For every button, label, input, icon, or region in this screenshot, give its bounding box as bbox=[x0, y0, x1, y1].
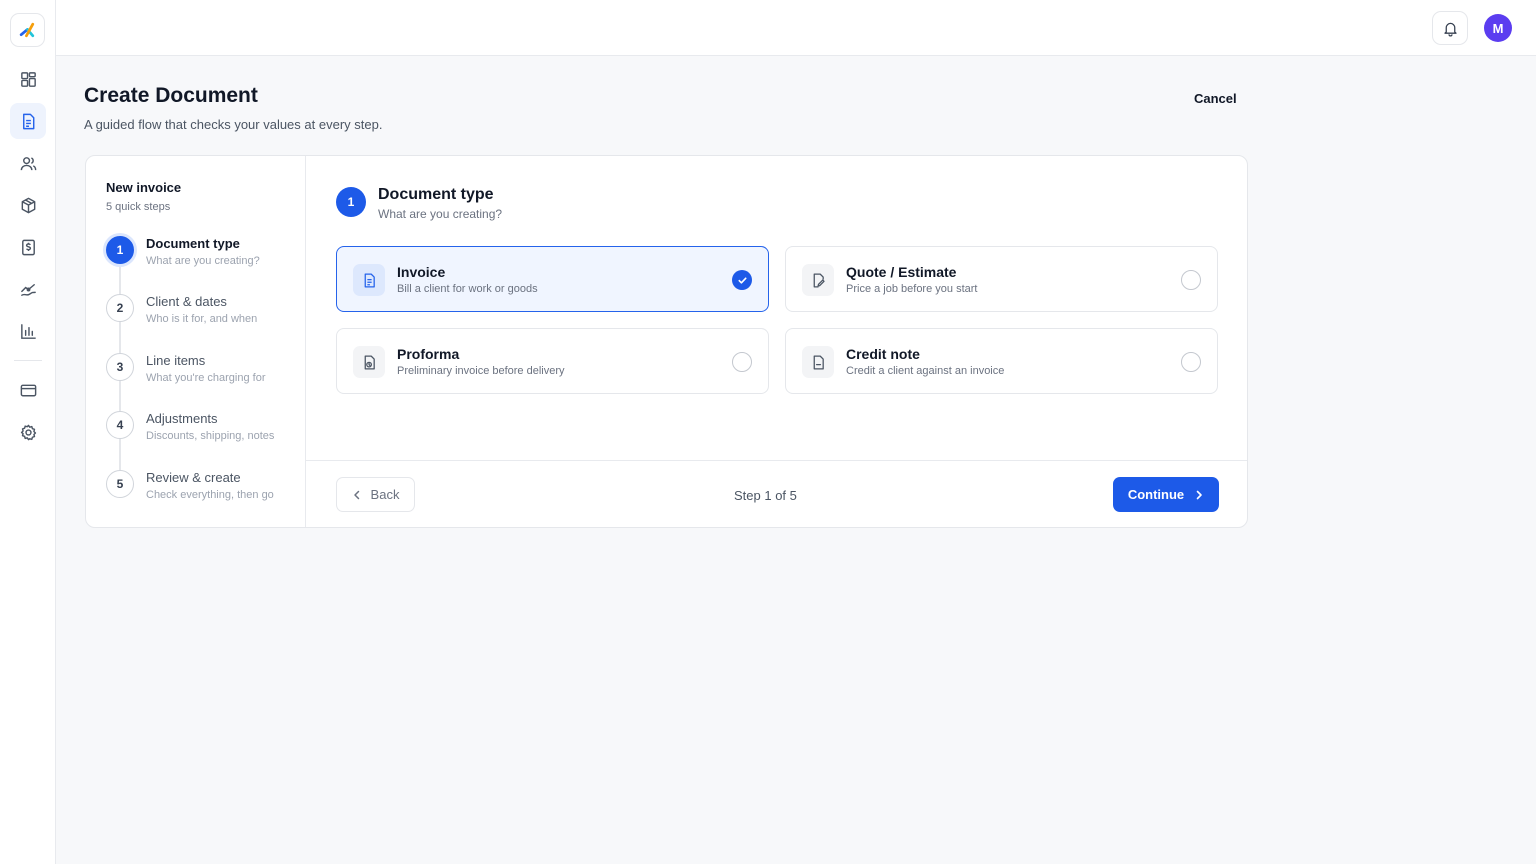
option-quote-estimate[interactable]: Quote / Estimate Price a job before you … bbox=[785, 246, 1218, 312]
step-description: What are you creating? bbox=[146, 255, 260, 267]
option-invoice[interactable]: Invoice Bill a client for work or goods bbox=[336, 246, 769, 312]
page-subtitle: A guided flow that checks your values at… bbox=[84, 117, 383, 132]
step-number: 4 bbox=[106, 411, 134, 439]
option-description: Price a job before you start bbox=[846, 283, 978, 295]
option-description: Preliminary invoice before delivery bbox=[397, 365, 565, 377]
stepper-title: New invoice bbox=[106, 180, 182, 195]
continue-button[interactable]: Continue bbox=[1113, 477, 1219, 512]
sidebar-item-billing[interactable] bbox=[10, 229, 46, 265]
stepper-subtitle: 5 quick steps bbox=[106, 201, 171, 213]
step-label: Adjustments bbox=[146, 411, 218, 426]
proforma-icon bbox=[353, 346, 385, 378]
option-description: Bill a client for work or goods bbox=[397, 283, 538, 295]
step-description: Check everything, then go bbox=[146, 489, 274, 501]
quote-icon bbox=[802, 264, 834, 296]
step-subtitle: What are you creating? bbox=[378, 207, 503, 221]
sidebar-item-clients[interactable] bbox=[10, 145, 46, 181]
credit-note-icon bbox=[802, 346, 834, 378]
step-adjustments[interactable]: 4 Adjustments Discounts, shipping, notes bbox=[106, 411, 301, 455]
document-icon bbox=[22, 113, 34, 129]
page-title: Create Document bbox=[84, 84, 258, 107]
option-title: Quote / Estimate bbox=[846, 264, 957, 280]
option-title: Proforma bbox=[397, 346, 460, 362]
bell-icon bbox=[1443, 22, 1457, 37]
step-label: Client & dates bbox=[146, 294, 227, 309]
current-step-number: 1 bbox=[336, 187, 366, 217]
option-credit-note[interactable]: Credit note Credit a client against an i… bbox=[785, 328, 1218, 394]
box-icon bbox=[21, 197, 35, 213]
step-line-items[interactable]: 3 Line items What you're charging for bbox=[106, 353, 301, 397]
cancel-button[interactable]: Cancel bbox=[1194, 91, 1237, 106]
billing-icon bbox=[21, 239, 35, 255]
sidebar-item-dashboard[interactable] bbox=[10, 61, 46, 97]
step-indicator: Step 1 of 5 bbox=[734, 488, 797, 503]
sidebar-item-products[interactable] bbox=[10, 187, 46, 223]
users-icon bbox=[20, 156, 36, 170]
notifications-button[interactable] bbox=[1432, 11, 1468, 45]
option-title: Invoice bbox=[397, 264, 446, 280]
step-number: 3 bbox=[106, 353, 134, 381]
step-client-dates[interactable]: 2 Client & dates Who is it for, and when bbox=[106, 294, 301, 338]
option-radio[interactable] bbox=[1181, 352, 1201, 372]
step-label: Document type bbox=[146, 236, 240, 251]
invoice-icon bbox=[353, 264, 385, 296]
option-radio[interactable] bbox=[1181, 270, 1201, 290]
step-number: 1 bbox=[106, 236, 134, 264]
step-document-type[interactable]: 1 Document type What are you creating? bbox=[106, 236, 301, 280]
wizard-card: New invoice 5 quick steps 1 Document typ… bbox=[85, 155, 1248, 528]
chevron-right-icon bbox=[1196, 490, 1202, 499]
top-bar bbox=[56, 0, 1536, 56]
app-logo[interactable] bbox=[10, 13, 45, 47]
sidebar-item-settings[interactable] bbox=[10, 414, 46, 450]
step-title: Document type bbox=[378, 186, 494, 203]
step-number: 5 bbox=[106, 470, 134, 498]
sidebar bbox=[0, 0, 56, 864]
settings-icon bbox=[20, 424, 36, 440]
step-content: 1 Document type What are you creating? I… bbox=[306, 156, 1247, 527]
wizard-footer: Back Step 1 of 5 Continue bbox=[306, 460, 1247, 527]
card-icon bbox=[20, 384, 36, 396]
step-description: Who is it for, and when bbox=[146, 313, 258, 325]
option-radio-checked[interactable] bbox=[732, 270, 752, 290]
option-title: Credit note bbox=[846, 346, 920, 362]
sidebar-item-payments[interactable] bbox=[10, 271, 46, 307]
step-review-create[interactable]: 5 Review & create Check everything, then… bbox=[106, 470, 301, 514]
back-label: Back bbox=[370, 487, 400, 502]
sidebar-item-payment-methods[interactable] bbox=[10, 372, 46, 408]
chevron-left-icon bbox=[353, 490, 359, 499]
sidebar-item-documents[interactable] bbox=[10, 103, 46, 139]
step-description: What you're charging for bbox=[146, 372, 266, 384]
option-radio[interactable] bbox=[732, 352, 752, 372]
step-description: Discounts, shipping, notes bbox=[146, 430, 275, 442]
user-avatar[interactable]: M bbox=[1484, 14, 1512, 42]
continue-label: Continue bbox=[1127, 487, 1185, 502]
check-icon bbox=[737, 276, 747, 284]
payments-icon bbox=[20, 283, 36, 296]
dashboard-icon bbox=[20, 71, 36, 87]
step-label: Line items bbox=[146, 353, 206, 368]
option-proforma[interactable]: Proforma Preliminary invoice before deli… bbox=[336, 328, 769, 394]
stepper-panel: New invoice 5 quick steps 1 Document typ… bbox=[86, 156, 306, 527]
back-button[interactable]: Back bbox=[336, 477, 415, 512]
option-description: Credit a client against an invoice bbox=[846, 365, 1005, 377]
step-label: Review & create bbox=[146, 470, 241, 485]
sidebar-item-reports[interactable] bbox=[10, 313, 46, 349]
logo-icon bbox=[19, 22, 35, 37]
sidebar-divider bbox=[14, 360, 42, 361]
step-number: 2 bbox=[106, 294, 134, 322]
reports-icon bbox=[20, 323, 36, 339]
